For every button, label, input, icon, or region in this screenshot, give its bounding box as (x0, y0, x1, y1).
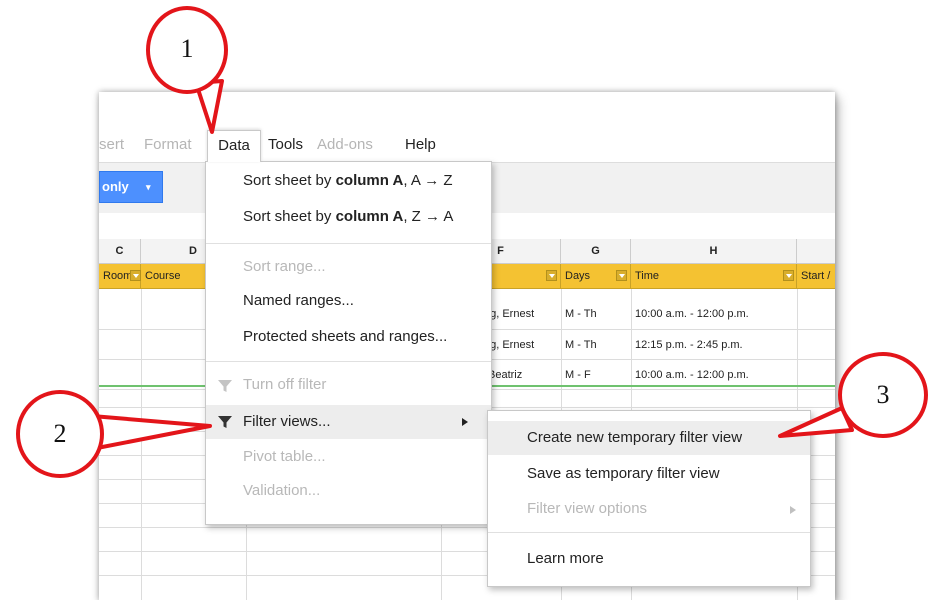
callout-1: 1 (146, 6, 228, 94)
callout-3: 3 (838, 352, 928, 438)
callout-number: 1 (180, 34, 194, 63)
callout-pointer (90, 414, 212, 451)
callout-number: 2 (53, 419, 67, 448)
callout-number: 3 (876, 380, 890, 409)
callout-pointers (90, 79, 854, 451)
callout-2: 2 (16, 390, 104, 478)
